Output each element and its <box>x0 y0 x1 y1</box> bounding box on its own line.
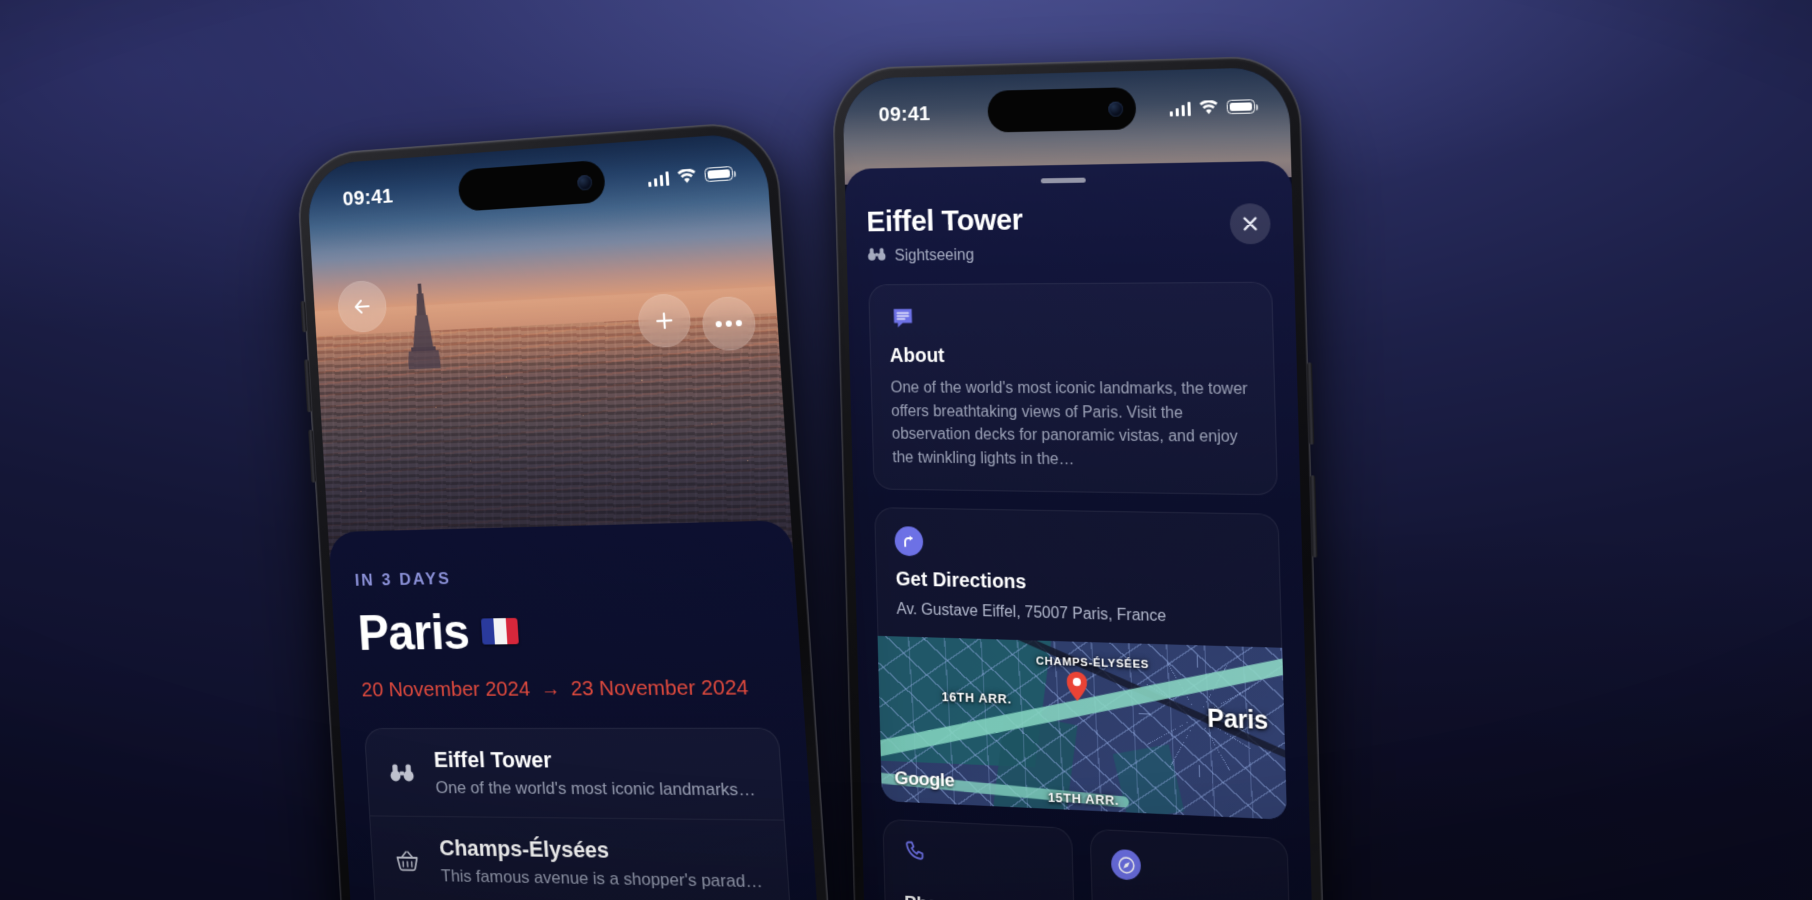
status-time: 09:41 <box>342 184 394 211</box>
about-card-body: One of the world's most iconic landmarks… <box>890 379 1248 468</box>
close-button[interactable] <box>1229 203 1271 245</box>
page-title: Eiffel Tower <box>866 203 1024 239</box>
place-header: Eiffel Tower Sightseeing <box>866 200 1271 267</box>
status-time: 09:41 <box>878 102 931 127</box>
france-flag-icon <box>481 617 520 645</box>
trip-end-date: 23 November 2024 <box>569 675 750 701</box>
compass-icon <box>1110 848 1142 881</box>
binoculars-icon <box>867 247 886 267</box>
place-name: Champs-Élysées <box>438 835 610 863</box>
eiffel-tower-silhouette <box>407 283 441 370</box>
list-item[interactable]: Eiffel Tower One of the world's most ico… <box>364 728 784 821</box>
silent-switch[interactable] <box>300 300 307 333</box>
front-camera-icon <box>1108 100 1124 117</box>
binoculars-icon <box>387 762 416 782</box>
place-address: Av. Gustave Eiffel, 75007 Paris, France <box>896 601 1167 626</box>
plus-icon <box>652 308 677 334</box>
battery-full-icon <box>1226 99 1256 115</box>
location-map[interactable]: CHAMPS-ÉLYSÉES 16TH ARR. 15TH ARR. Paris… <box>877 635 1287 820</box>
directions-card[interactable]: Get Directions Av. Gustave Eiffel, 75007… <box>874 507 1287 820</box>
website-action-button[interactable]: Website <box>1089 828 1291 900</box>
trip-title-row: Paris <box>356 598 773 662</box>
place-category-row: Sightseeing <box>867 243 1219 266</box>
phone-icon <box>903 849 926 867</box>
list-item[interactable]: Champs-Élysées This famous avenue is a s… <box>370 816 790 900</box>
trip-date-range: 20 November 2024 → 23 November 2024 <box>361 676 777 703</box>
cellular-signal-icon <box>647 170 670 187</box>
battery-full-icon <box>704 165 734 183</box>
place-detail-sheet: Eiffel Tower Sightseeing About One of th… <box>844 160 1317 900</box>
close-x-icon <box>1241 214 1260 233</box>
date-arrow-icon: → <box>539 677 561 701</box>
about-card-title: About <box>889 345 945 367</box>
right-phone-screen: 09:41 Eiffel Tower Sightseeing About One… <box>842 66 1317 900</box>
place-description: One of the world's most iconic landmarks… <box>435 778 760 800</box>
about-card: About One of the world's most iconic lan… <box>868 281 1278 496</box>
place-description: This famous avenue is a shopper's paradi… <box>440 866 766 892</box>
directions-card-title: Get Directions <box>895 568 1027 594</box>
left-phone-device: 09:41 IN 3 DAYS Paris 20 November 2024 →… <box>295 119 847 900</box>
ellipsis-icon <box>715 320 742 328</box>
front-camera-icon <box>576 174 593 191</box>
place-category-label: Sightseeing <box>894 246 975 265</box>
cellular-signal-icon <box>1169 100 1191 117</box>
place-action-buttons: Phone Website <box>882 818 1291 900</box>
google-logo: Google <box>894 768 955 792</box>
directions-arrow-icon <box>894 526 924 557</box>
shopping-basket-icon <box>393 849 422 871</box>
map-label-paris: Paris <box>1206 704 1269 736</box>
phone-action-button[interactable]: Phone <box>882 818 1076 900</box>
wifi-icon <box>677 167 696 183</box>
right-phone-device: 09:41 Eiffel Tower Sightseeing About One… <box>831 55 1329 900</box>
places-list: Eiffel Tower One of the world's most ico… <box>363 727 796 900</box>
map-label-16th-arr: 16TH ARR. <box>941 689 1012 707</box>
left-phone-screen: 09:41 IN 3 DAYS Paris 20 November 2024 →… <box>305 131 835 900</box>
wifi-icon <box>1199 99 1218 114</box>
trip-start-date: 20 November 2024 <box>360 677 531 702</box>
trip-detail-sheet: IN 3 DAYS Paris 20 November 2024 → 23 No… <box>328 520 835 900</box>
trip-countdown-eyebrow: IN 3 DAYS <box>354 568 452 590</box>
sheet-drag-handle[interactable] <box>1040 177 1086 184</box>
map-pin-marker <box>1066 671 1088 702</box>
place-name: Eiffel Tower <box>433 747 553 773</box>
arrow-left-icon <box>350 294 374 319</box>
page-title: Paris <box>356 603 471 661</box>
dynamic-island <box>987 87 1137 133</box>
phone-action-label: Phone <box>904 893 1054 900</box>
speech-bubble-icon <box>888 303 917 333</box>
